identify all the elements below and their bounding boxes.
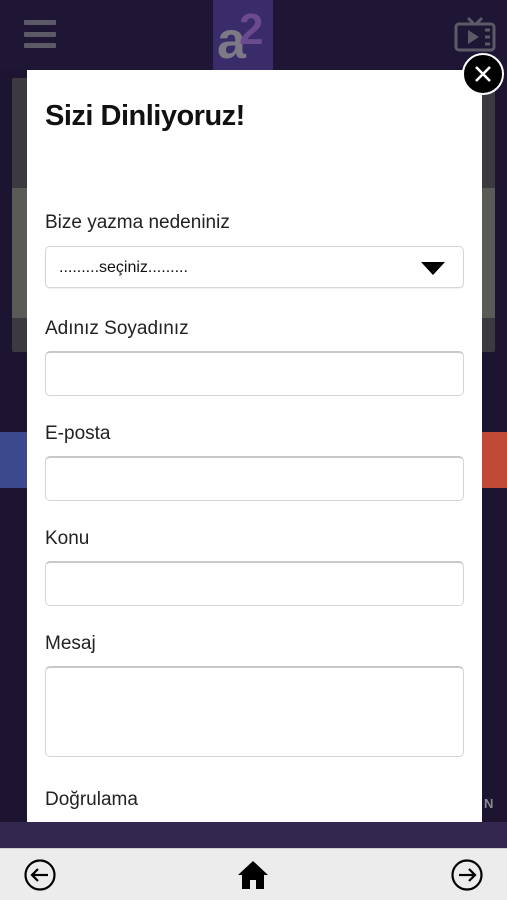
name-field[interactable] [45, 351, 464, 396]
contact-form-modal: Sizi Dinliyoruz! Bize yazma nedeniniz ..… [27, 70, 482, 822]
reason-select[interactable]: .........seçiniz......... [45, 246, 464, 288]
email-field[interactable] [45, 456, 464, 501]
arrow-left-circle-icon[interactable] [23, 858, 57, 892]
svg-text:2: 2 [239, 5, 263, 54]
reason-label: Bize yazma nedeniniz [45, 212, 230, 233]
bottom-navigation-bar [0, 848, 507, 900]
home-icon[interactable] [236, 858, 270, 892]
tv-play-icon[interactable] [454, 16, 496, 54]
a2-logo-icon[interactable]: a 2 [213, 0, 273, 70]
app-header: a 2 [0, 0, 507, 70]
email-label: E-posta [45, 423, 111, 444]
subject-field[interactable] [45, 561, 464, 606]
background-banner-left [0, 432, 30, 488]
message-label: Mesaj [45, 633, 96, 654]
subject-label: Konu [45, 528, 90, 549]
close-button[interactable] [462, 53, 504, 95]
message-textarea[interactable] [45, 666, 464, 757]
background-bottom-strip [0, 822, 507, 848]
close-icon [475, 66, 491, 82]
modal-title: Sizi Dinliyoruz! [45, 100, 245, 132]
name-label: Adınız Soyadınız [45, 318, 189, 339]
arrow-right-circle-icon[interactable] [450, 858, 484, 892]
background-banner-right [480, 432, 507, 488]
chevron-down-icon [421, 262, 445, 275]
reason-select-value: .........seçiniz......... [59, 259, 188, 276]
background-edge-letter: N [484, 796, 494, 811]
hamburger-menu-icon[interactable] [24, 20, 56, 48]
captcha-label: Doğrulama [45, 789, 138, 810]
